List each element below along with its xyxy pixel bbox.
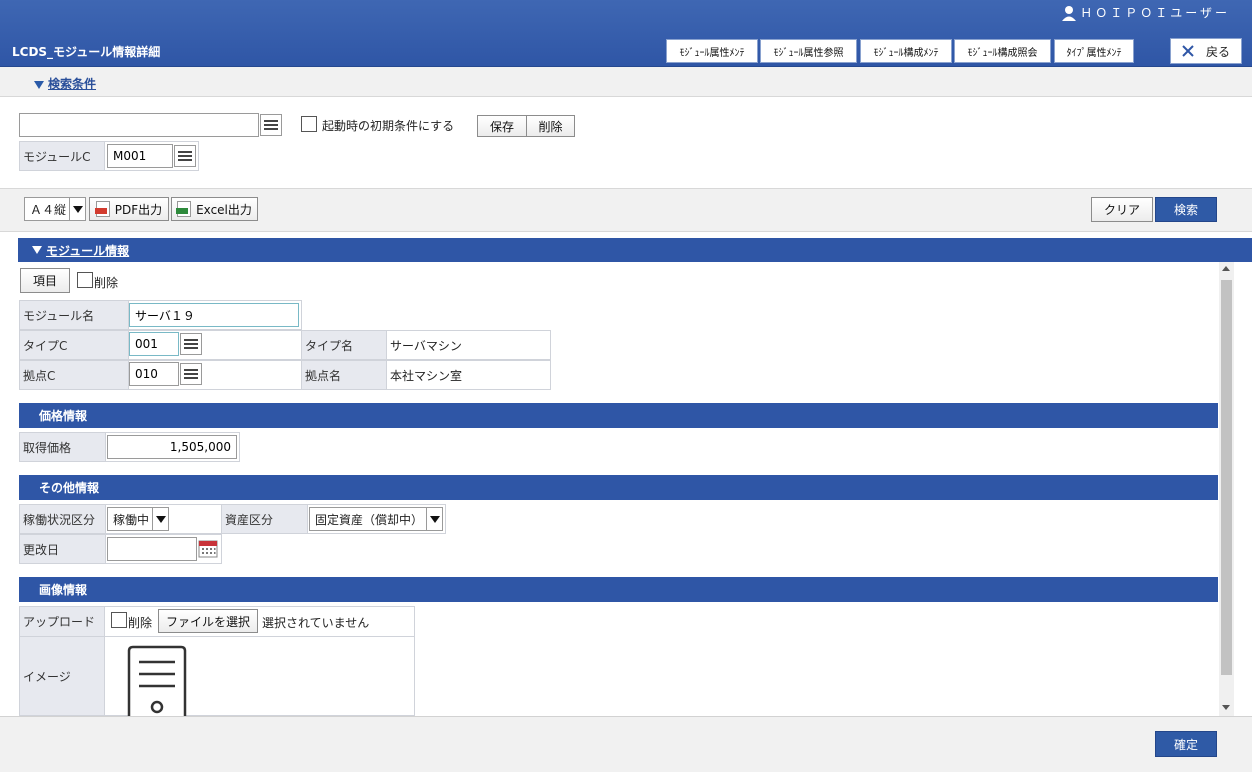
collapse-triangle-icon	[32, 246, 42, 254]
search-section-bar	[0, 67, 1252, 97]
site-name-value: 本社マシン室	[386, 360, 551, 390]
excel-export-button[interactable]: Excel出力	[171, 197, 258, 221]
type-c-list-button[interactable]	[180, 333, 202, 355]
module-delete-label: 削除	[94, 276, 119, 290]
scroll-up-icon[interactable]	[1222, 266, 1230, 271]
scrollbar-thumb[interactable]	[1221, 280, 1232, 675]
list-icon	[264, 120, 278, 130]
pdf-export-label: PDF出力	[114, 202, 163, 217]
collapse-triangle-icon	[34, 80, 44, 89]
search-button[interactable]: 検索	[1155, 197, 1217, 222]
module-c-list-button[interactable]	[174, 145, 196, 167]
user-name: ＨＯＩＰＯＩユーザー	[1080, 6, 1230, 20]
type-name-label: タイプ名	[301, 330, 387, 360]
asset-category-label: 資産区分	[221, 504, 308, 534]
server-icon	[127, 645, 187, 716]
module-c-label: モジュールC	[19, 141, 105, 171]
status-label: 稼働状況区分	[19, 504, 106, 534]
other-info-section-header: その他情報	[19, 475, 1218, 500]
delete-condition-button[interactable]: 削除	[526, 115, 575, 137]
asset-category-select[interactable]: 固定資産（償却中）	[309, 507, 443, 531]
type-name-value: サーバマシン	[386, 330, 551, 360]
image-info-section-header: 画像情報	[19, 577, 1218, 602]
module-delete-checkbox[interactable]	[77, 272, 93, 288]
close-icon	[1182, 45, 1194, 57]
list-icon	[178, 151, 192, 161]
list-icon	[184, 369, 198, 379]
nav-button-module-config-maint[interactable]: ﾓｼﾞｭｰﾙ構成ﾒﾝﾃ	[860, 39, 952, 63]
excel-icon	[176, 201, 192, 217]
nav-button-module-config-query[interactable]: ﾓｼﾞｭｰﾙ構成照会	[954, 39, 1051, 63]
image-label: イメージ	[19, 636, 105, 716]
status-value: 稼働中	[113, 512, 150, 527]
clear-button[interactable]: クリア	[1091, 197, 1153, 222]
choose-file-button[interactable]: ファイルを選択	[158, 609, 258, 633]
module-name-label: モジュール名	[19, 300, 129, 330]
type-c-input[interactable]	[129, 332, 179, 356]
pdf-icon	[94, 201, 110, 217]
nav-button-module-attr-ref[interactable]: ﾓｼﾞｭｰﾙ属性参照	[760, 39, 857, 63]
user-icon	[1062, 5, 1077, 21]
acquisition-price-label: 取得価格	[19, 432, 106, 462]
back-button[interactable]: 戻る	[1170, 38, 1242, 64]
paper-size-value: Ａ４縦	[30, 202, 67, 217]
startup-condition-checkbox[interactable]	[301, 116, 317, 132]
back-label: 戻る	[1205, 44, 1230, 59]
module-info-section-header[interactable]: モジュール情報	[18, 238, 1252, 262]
site-c-list-button[interactable]	[180, 363, 202, 385]
type-c-label: タイプC	[19, 330, 129, 360]
search-condition-input[interactable]	[19, 113, 259, 137]
chevron-down-icon	[426, 508, 442, 530]
price-info-section-header: 価格情報	[19, 403, 1218, 428]
update-date-label: 更改日	[19, 534, 106, 564]
startup-condition-label: 起動時の初期条件にする	[322, 119, 455, 133]
status-select[interactable]: 稼働中	[107, 507, 169, 531]
module-info-label: モジュール情報	[46, 243, 130, 258]
save-button[interactable]: 保存	[477, 115, 527, 137]
chevron-down-icon	[69, 198, 85, 220]
confirm-button[interactable]: 確定	[1155, 731, 1217, 757]
page-title: LCDS_モジュール情報詳細	[12, 45, 161, 59]
pdf-export-button[interactable]: PDF出力	[89, 197, 169, 221]
site-c-label: 拠点C	[19, 360, 129, 390]
module-c-input[interactable]	[107, 144, 173, 168]
paper-size-select[interactable]: Ａ４縦	[24, 197, 86, 221]
calendar-icon[interactable]	[198, 538, 218, 558]
module-name-input[interactable]	[129, 303, 299, 327]
site-name-label: 拠点名	[301, 360, 387, 390]
scroll-down-icon[interactable]	[1222, 705, 1230, 710]
site-c-input[interactable]	[129, 362, 179, 386]
list-icon	[184, 339, 198, 349]
image-delete-label: 削除	[128, 616, 153, 630]
update-date-input[interactable]	[107, 537, 197, 561]
footer-bar	[0, 716, 1252, 772]
excel-export-label: Excel出力	[196, 202, 252, 217]
condition-list-button[interactable]	[260, 114, 282, 136]
nav-button-type-attr-maint[interactable]: ﾀｲﾌﾟ属性ﾒﾝﾃ	[1054, 39, 1134, 63]
user-menu[interactable]: ＨＯＩＰＯＩユーザー	[1062, 4, 1230, 21]
item-button[interactable]: 項目	[20, 268, 70, 293]
search-conditions-label: 検索条件	[48, 77, 97, 91]
search-conditions-toggle[interactable]: 検索条件	[34, 75, 96, 92]
nav-button-module-attr-maint[interactable]: ﾓｼﾞｭｰﾙ属性ﾒﾝﾃ	[666, 39, 758, 63]
asset-category-value: 固定資産（償却中）	[315, 512, 424, 527]
upload-label: アップロード	[19, 606, 105, 637]
chevron-down-icon	[152, 508, 168, 530]
file-status-text: 選択されていません	[262, 616, 370, 630]
image-delete-checkbox[interactable]	[111, 612, 127, 628]
acquisition-price-input[interactable]	[107, 435, 237, 459]
